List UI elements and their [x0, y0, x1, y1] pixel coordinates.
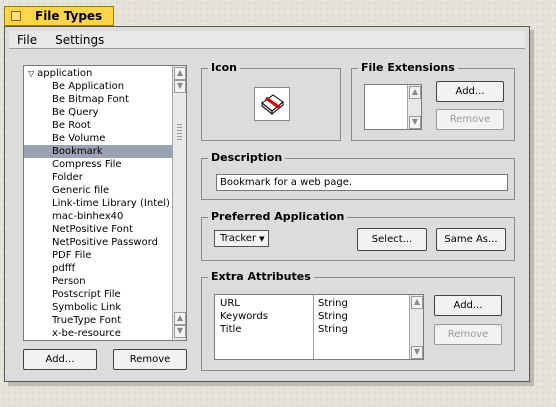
- list-item[interactable]: NetPositive Font: [24, 223, 172, 236]
- list-item[interactable]: Be Bitmap Font: [24, 93, 172, 106]
- list-item[interactable]: Be Root: [24, 119, 172, 132]
- icon-group: Icon: [201, 61, 341, 141]
- scroll-up-icon[interactable]: ▲: [409, 86, 421, 99]
- remove-extension-button[interactable]: Remove: [436, 109, 504, 130]
- menu-file[interactable]: File: [17, 33, 37, 47]
- list-item[interactable]: Link-time Library (Intel): [24, 197, 172, 210]
- list-item[interactable]: Person: [24, 275, 172, 288]
- scroll-up-icon[interactable]: ▲: [174, 312, 186, 325]
- list-item[interactable]: Folder: [24, 171, 172, 184]
- scroll-up-icon[interactable]: ▲: [174, 67, 186, 80]
- scroll-thumb-grip[interactable]: [177, 124, 182, 142]
- list-item[interactable]: Postscript File: [24, 288, 172, 301]
- file-extensions-label: File Extensions: [358, 61, 458, 74]
- list-item[interactable]: PDF File: [24, 249, 172, 262]
- attribute-type: String: [318, 311, 348, 322]
- attributes-list[interactable]: URL String Keywords String Title String ▲ ▼: [214, 294, 424, 360]
- list-item[interactable]: Bookmark: [24, 145, 172, 158]
- scroll-down-icon[interactable]: ▼: [411, 346, 423, 359]
- window-tab[interactable]: File Types: [4, 6, 114, 26]
- list-item[interactable]: mac-binhex40: [24, 210, 172, 223]
- description-label: Description: [208, 151, 286, 164]
- list-item[interactable]: pdfff: [24, 262, 172, 275]
- list-item-root[interactable]: ▽ application: [24, 67, 172, 80]
- description-group: Description Bookmark for a web page.: [201, 151, 515, 200]
- preferred-app-value: Tracker: [220, 233, 257, 244]
- icon-group-label: Icon: [208, 61, 241, 74]
- same-as-button[interactable]: Same As...: [436, 228, 506, 251]
- list-item[interactable]: Compress File: [24, 158, 172, 171]
- list-item[interactable]: Be Application: [24, 80, 172, 93]
- list-item[interactable]: NetPositive Password: [24, 236, 172, 249]
- preferred-application-group: Preferred Application Tracker ▼ Select..…: [201, 210, 515, 261]
- add-extension-button[interactable]: Add...: [436, 81, 504, 102]
- remove-type-button[interactable]: Remove: [113, 349, 187, 370]
- attribute-type: String: [318, 324, 348, 335]
- file-extensions-group: File Extensions ▲ ▼ Add... Remove: [351, 61, 515, 141]
- preferred-app-menu[interactable]: Tracker ▼: [214, 230, 269, 247]
- bookmark-icon: [261, 94, 284, 116]
- scroll-down-icon[interactable]: ▼: [174, 80, 186, 93]
- add-attribute-button[interactable]: Add...: [434, 295, 502, 316]
- menu-arrow-icon: ▼: [259, 234, 265, 243]
- list-scrollbar[interactable]: ▲ ▼ ▲ ▼: [172, 66, 186, 340]
- icon-well[interactable]: [254, 87, 290, 121]
- scroll-up-icon[interactable]: ▲: [411, 296, 423, 309]
- description-field[interactable]: Bookmark for a web page.: [216, 174, 508, 191]
- extensions-list[interactable]: ▲ ▼: [364, 84, 422, 130]
- extra-attributes-group: Extra Attributes URL String Keywords String…: [201, 270, 515, 371]
- list-item[interactable]: Be Volume: [24, 132, 172, 145]
- attribute-name: Title: [220, 324, 242, 335]
- extra-attributes-label: Extra Attributes: [208, 270, 314, 283]
- scroll-down-icon[interactable]: ▼: [409, 116, 421, 129]
- list-item[interactable]: Symbolic Link: [24, 301, 172, 314]
- list-item[interactable]: x-be-resource: [24, 327, 172, 340]
- attribute-name: URL: [220, 298, 240, 309]
- close-box-icon[interactable]: [11, 11, 21, 21]
- menu-bar: File Settings: [9, 31, 525, 49]
- window-title: File Types: [35, 9, 103, 23]
- scroll-down-icon[interactable]: ▼: [174, 325, 186, 338]
- attributes-scrollbar[interactable]: ▲ ▼: [409, 295, 423, 359]
- column-divider: [313, 295, 314, 359]
- expander-icon[interactable]: ▽: [28, 69, 34, 78]
- menu-settings[interactable]: Settings: [55, 33, 104, 47]
- select-app-button[interactable]: Select...: [357, 228, 427, 251]
- file-types-window: File Settings ▽ application Be Application…: [4, 26, 530, 382]
- remove-attribute-button[interactable]: Remove: [434, 324, 502, 345]
- extensions-scrollbar[interactable]: ▲ ▼: [407, 85, 421, 129]
- add-type-button[interactable]: Add...: [23, 349, 97, 370]
- list-item[interactable]: Be Query: [24, 106, 172, 119]
- preferred-application-label: Preferred Application: [208, 210, 348, 223]
- list-item[interactable]: Generic file: [24, 184, 172, 197]
- file-type-list[interactable]: ▽ application Be Application Be Bitmap Font…: [23, 65, 187, 341]
- attribute-type: String: [318, 298, 348, 309]
- list-item-label: application: [37, 68, 93, 79]
- attribute-name: Keywords: [220, 311, 268, 322]
- list-item[interactable]: TrueType Font: [24, 314, 172, 327]
